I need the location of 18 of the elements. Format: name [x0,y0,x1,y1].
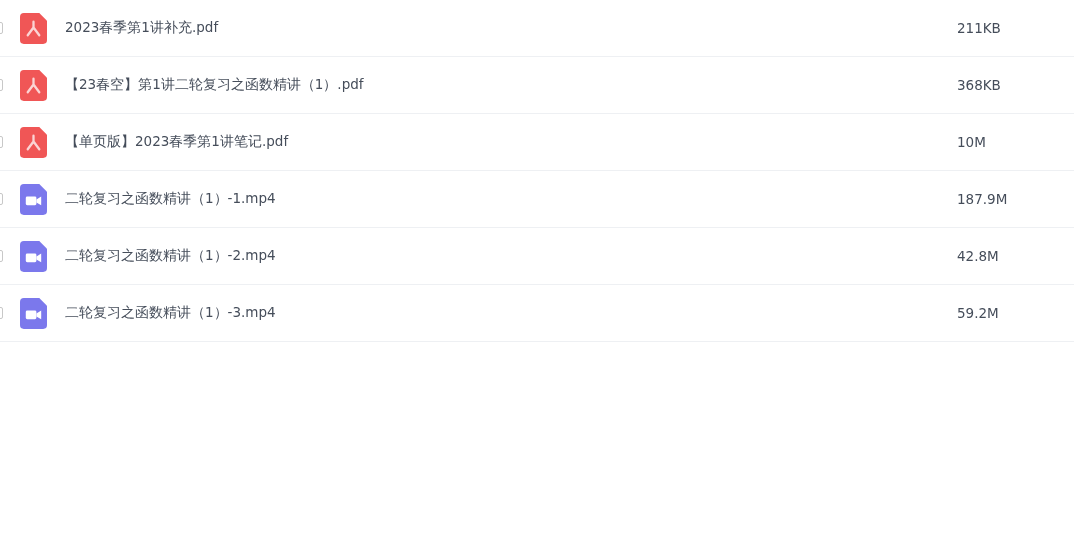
video-file-icon [20,183,47,215]
file-name[interactable]: 2023春季第1讲补充.pdf [65,19,957,37]
file-name[interactable]: 二轮复习之函数精讲（1）-1.mp4 [65,190,957,208]
file-name[interactable]: 【23春空】第1讲二轮复习之函数精讲（1）.pdf [65,76,957,94]
pdf-file-icon [20,126,47,158]
file-name[interactable]: 二轮复习之函数精讲（1）-3.mp4 [65,304,957,322]
pdf-file-icon [20,69,47,101]
file-size: 211KB [957,20,1001,36]
video-file-icon [20,240,47,272]
file-name[interactable]: 【单页版】2023春季第1讲笔记.pdf [65,133,957,151]
file-size: 42.8M [957,248,999,264]
file-size: 368KB [957,77,1001,93]
pdf-file-icon [20,12,47,44]
file-size: 187.9M [957,191,1008,207]
file-size: 59.2M [957,305,999,321]
video-file-icon [20,297,47,329]
file-size: 10M [957,134,986,150]
file-name[interactable]: 二轮复习之函数精讲（1）-2.mp4 [65,247,957,265]
